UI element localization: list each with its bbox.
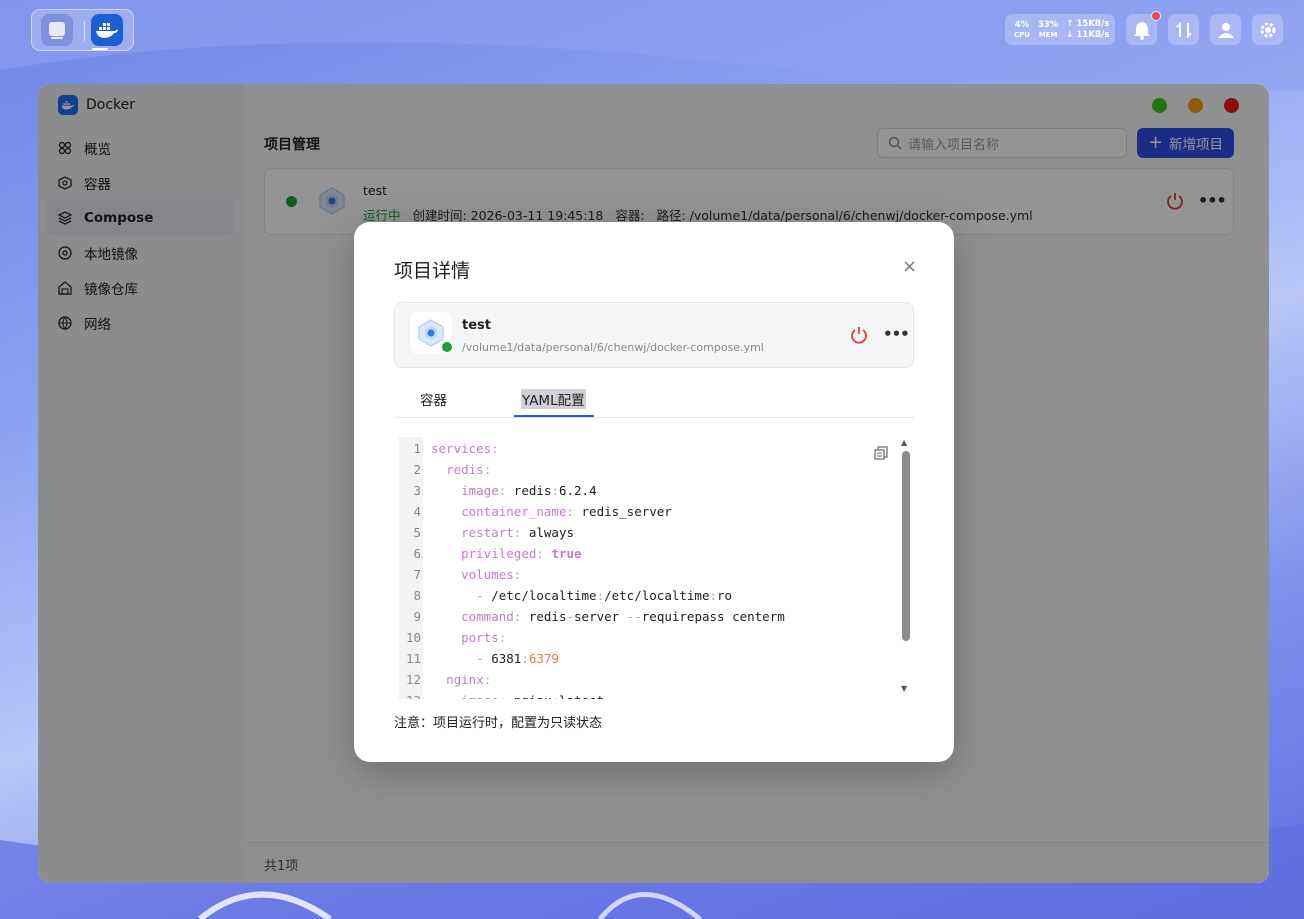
- line-number: 12: [405, 672, 421, 687]
- cpu-value: 4%: [1014, 19, 1030, 30]
- cpu-label: CPU: [1014, 30, 1030, 39]
- power-icon: [851, 327, 867, 344]
- gear-icon: [1260, 22, 1275, 37]
- apps-icon: [49, 22, 65, 39]
- code-line: 3 image: redis:6.2.4: [399, 480, 596, 501]
- modal-title: 项目详情: [394, 260, 471, 282]
- readonly-note: 注意：项目运行时，配置为只读状态: [394, 716, 603, 731]
- code-line: 4 container_name: redis_server: [399, 501, 671, 522]
- copy-icon: [874, 446, 888, 460]
- scroll-down-arrow[interactable]: ▼: [901, 684, 907, 693]
- app-launcher-button[interactable]: [41, 14, 73, 46]
- line-number: 7: [413, 567, 421, 582]
- modal-tabs: 容器 YAML配置: [394, 382, 914, 418]
- close-icon[interactable]: ×: [902, 256, 917, 277]
- mem-stat: 33% MEM: [1038, 20, 1058, 40]
- code-line: 9 command: redis-server --requirepass ce…: [399, 606, 784, 627]
- dock-active-indicator: [92, 48, 108, 50]
- code-line: 5 restart: always: [399, 522, 574, 543]
- code-line: 1 services:: [399, 438, 498, 459]
- user-icon: [1217, 22, 1234, 38]
- upload-speed: ↑ 15KB/s: [1066, 18, 1110, 29]
- mem-label: MEM: [1038, 30, 1058, 39]
- line-number: 3: [413, 483, 421, 498]
- notification-badge: [1151, 11, 1161, 21]
- transfer-button[interactable]: [1168, 14, 1199, 45]
- settings-button[interactable]: [1252, 14, 1283, 45]
- network-speed: ↑ 15KB/s ↓ 11KB/s: [1066, 19, 1109, 41]
- docker-app-button[interactable]: [91, 14, 123, 46]
- code-line: 2 redis:: [399, 459, 491, 480]
- line-number: 10: [405, 630, 421, 645]
- download-speed: ↓ 11KB/s: [1066, 29, 1110, 40]
- more-options-button[interactable]: •••: [883, 325, 910, 343]
- code-line: 10 ports:: [399, 627, 506, 648]
- editor-scrollbar[interactable]: ▲ ▼: [901, 438, 911, 696]
- copy-button[interactable]: [874, 445, 888, 464]
- docker-whale-icon: [96, 23, 118, 38]
- tab-yaml[interactable]: YAML配置: [521, 389, 586, 409]
- system-stats[interactable]: 4% CPU 33% MEM ↑ 15KB/s ↓ 11KB/s: [1005, 14, 1115, 45]
- cpu-stat: 4% CPU: [1014, 20, 1030, 40]
- dock-separator: [84, 21, 85, 41]
- power-button[interactable]: [850, 326, 868, 348]
- line-number: 2: [413, 462, 421, 477]
- bell-icon: [1133, 21, 1150, 40]
- project-detail-modal: 项目详情 × test /volume1/data/personal/6/che…: [354, 222, 954, 762]
- scroll-thumb[interactable]: [902, 451, 910, 641]
- scroll-up-arrow[interactable]: ▲: [901, 438, 907, 447]
- modal-project-card: test /volume1/data/personal/6/chenwj/doc…: [394, 302, 914, 368]
- line-number: 13: [399, 690, 421, 699]
- modal-project-path: /volume1/data/personal/6/chenwj/docker-c…: [462, 341, 764, 354]
- tab-containers[interactable]: 容器: [420, 389, 447, 409]
- line-number: 4: [413, 504, 421, 519]
- line-number: 9: [413, 609, 421, 624]
- code-line: 6 privileged: true: [399, 543, 581, 564]
- line-number: 1: [413, 441, 421, 456]
- code-line: 12 nginx:: [399, 669, 491, 690]
- line-number: 5: [413, 525, 421, 540]
- line-number: 6: [413, 546, 421, 561]
- code-line: 8 - /etc/localtime:/etc/localtime:ro: [399, 585, 732, 606]
- app-dock: [31, 9, 134, 51]
- code-line: 11 - 6381:6379: [399, 648, 559, 669]
- line-number: 8: [413, 588, 421, 603]
- status-dot: [441, 341, 453, 353]
- code-line: 7 volumes:: [399, 564, 521, 585]
- modal-project-name: test: [462, 318, 491, 333]
- user-button[interactable]: [1210, 14, 1241, 45]
- yaml-editor[interactable]: 1 services: 2 redis: 3 image: redis:6.2.4 4 …: [399, 437, 913, 699]
- transfer-arrows-icon: [1175, 21, 1192, 38]
- code-line: 13 image: nginx:latest: [399, 690, 604, 699]
- notifications-button[interactable]: [1126, 11, 1161, 45]
- mem-value: 33%: [1037, 19, 1059, 30]
- line-number: 11: [405, 651, 421, 666]
- active-tab-indicator: [514, 415, 594, 417]
